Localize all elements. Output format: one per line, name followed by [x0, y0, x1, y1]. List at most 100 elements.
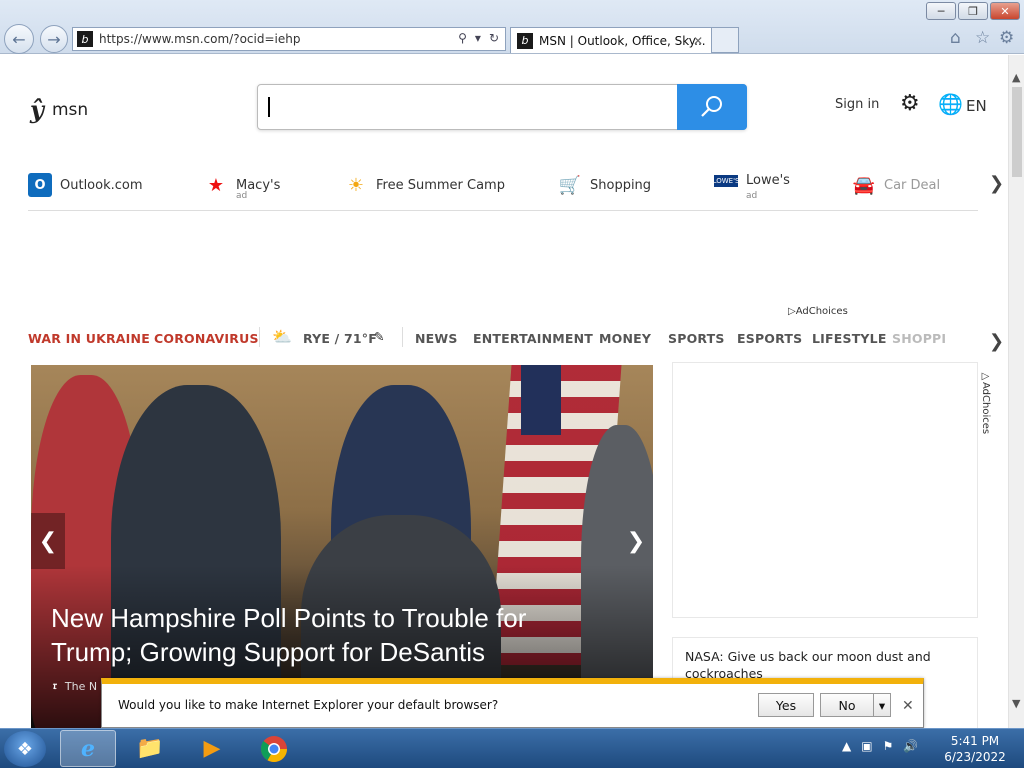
- show-hidden-icons-icon[interactable]: ▲: [842, 739, 851, 753]
- scroll-down-icon[interactable]: ▼: [1012, 697, 1020, 710]
- quick-link-label: Outlook.com: [60, 177, 143, 193]
- tab-title: MSN | Outlook, Office, Sky...: [539, 33, 706, 48]
- notification-message: Would you like to make Internet Explorer…: [118, 698, 499, 712]
- taskbar-chrome[interactable]: [246, 730, 302, 767]
- ie-icon: e: [81, 735, 95, 762]
- weather-location[interactable]: RYE / 71°F: [303, 331, 377, 346]
- quick-link-car-deal[interactable]: 🚘 Car Deal: [852, 173, 940, 197]
- quick-link-lowes[interactable]: LOWE'S Lowe's ad: [712, 173, 790, 201]
- sign-in-link[interactable]: Sign in: [835, 97, 879, 112]
- settings-gear-icon[interactable]: ⚙: [999, 28, 1014, 48]
- divider: [259, 327, 260, 347]
- clock-date: 6/23/2022: [944, 750, 1006, 764]
- quick-link-label: Lowe's: [746, 173, 790, 188]
- hero-carousel[interactable]: ❮ ❯ New Hampshire Poll Points to Trouble…: [31, 365, 653, 728]
- dropdown-icon[interactable]: ▾: [475, 31, 481, 45]
- search-icon[interactable]: ⚲: [458, 31, 467, 45]
- tab-close-icon[interactable]: ✕: [693, 34, 703, 48]
- quick-link-label: Car Deal: [884, 177, 941, 193]
- adchoices-link[interactable]: ▷AdChoices: [980, 371, 991, 434]
- carousel-next-button[interactable]: ❯: [619, 513, 653, 569]
- category-entertainment[interactable]: ENTERTAINMENT: [473, 331, 593, 346]
- yes-button[interactable]: Yes: [758, 693, 814, 717]
- refresh-icon[interactable]: ↻: [489, 31, 499, 45]
- action-center-icon[interactable]: ⚑: [883, 739, 894, 753]
- ad-slot[interactable]: [672, 362, 978, 618]
- butterfly-icon: ŷ: [30, 95, 44, 124]
- taskbar-internet-explorer[interactable]: e: [60, 730, 116, 767]
- msn-favicon-icon: b: [77, 31, 93, 47]
- settings-gear-icon[interactable]: ⚙: [900, 91, 920, 116]
- chevron-right-icon[interactable]: ❯: [989, 173, 1004, 194]
- quick-link-label: Shopping: [590, 177, 652, 193]
- category-news[interactable]: NEWS: [415, 331, 458, 346]
- windows-logo-icon: ❖: [16, 738, 34, 760]
- forward-arrow-icon: →: [47, 29, 61, 49]
- adchoices-link[interactable]: ▷AdChoices: [788, 306, 848, 317]
- edit-pencil-icon[interactable]: ✎: [374, 329, 385, 344]
- volume-icon[interactable]: 🔊: [903, 739, 918, 753]
- new-tab-button[interactable]: [712, 27, 739, 53]
- address-bar[interactable]: b https://www.msn.com/?ocid=iehp ⚲ ▾ ↻: [72, 27, 506, 51]
- network-icon[interactable]: ▣: [861, 739, 872, 753]
- search-button[interactable]: [677, 84, 747, 130]
- quick-link-outlook[interactable]: O Outlook.com: [28, 173, 143, 197]
- scroll-thumb[interactable]: [1012, 87, 1022, 177]
- taskbar-explorer[interactable]: 📁: [122, 730, 178, 767]
- hero-headline[interactable]: New Hampshire Poll Points to Trouble for…: [51, 601, 611, 669]
- category-nav: WAR IN UKRAINE CORONAVIRUS ⛅ RYE / 71°F …: [28, 325, 978, 351]
- chevron-right-icon: ❯: [626, 528, 646, 554]
- no-button[interactable]: No: [820, 693, 874, 717]
- category-lifestyle[interactable]: LIFESTYLE: [812, 331, 887, 346]
- category-esports[interactable]: ESPORTS: [737, 331, 802, 346]
- flag-canton: [521, 365, 561, 435]
- language-selector[interactable]: EN: [966, 97, 987, 115]
- scroll-up-icon[interactable]: ▲: [1012, 71, 1020, 84]
- start-button[interactable]: ❖: [4, 731, 46, 767]
- lowes-icon: LOWE'S: [712, 174, 740, 187]
- divider: [402, 327, 403, 347]
- ad-label: ad: [746, 191, 758, 201]
- category-sports[interactable]: SPORTS: [668, 331, 725, 346]
- category-coronavirus[interactable]: CORONAVIRUS: [154, 331, 259, 346]
- quick-link-shopping[interactable]: 🛒 Shopping: [558, 173, 651, 197]
- dropdown-arrow-icon: ▾: [878, 697, 886, 713]
- carousel-prev-button[interactable]: ❮: [31, 513, 65, 569]
- taskbar-clock[interactable]: 5:41 PM 6/23/2022: [940, 733, 1010, 765]
- page-scrollbar[interactable]: ▲ ▼: [1008, 55, 1024, 728]
- chevron-right-icon[interactable]: ❯: [989, 331, 1004, 352]
- minimize-button[interactable]: ─: [926, 2, 956, 20]
- quick-link-macys[interactable]: ★ Macy's ad: [204, 173, 280, 202]
- category-shopping[interactable]: SHOPPI: [892, 331, 946, 346]
- cart-icon: 🛒: [558, 174, 582, 196]
- chevron-left-icon: ❮: [38, 528, 58, 554]
- restore-button[interactable]: ❐: [958, 2, 988, 20]
- msn-logo[interactable]: ŷ msn: [30, 95, 88, 124]
- logo-text: msn: [51, 99, 89, 120]
- folder-icon: 📁: [136, 736, 164, 761]
- home-icon[interactable]: ⌂: [950, 28, 961, 48]
- category-war-in-ukraine[interactable]: WAR IN UKRAINE: [28, 331, 150, 346]
- ad-label: ad: [236, 191, 248, 201]
- msn-page: ŷ msn Sign in ⚙ 🌐 EN O Outlook.com ★ Mac…: [0, 55, 1008, 728]
- hero-source[interactable]: 𝔯 The N: [53, 679, 97, 693]
- text-caret: [268, 97, 270, 117]
- search-input[interactable]: [257, 84, 747, 130]
- close-button[interactable]: ✕: [990, 2, 1020, 20]
- weather-partly-cloudy-icon: ⛅: [272, 327, 293, 346]
- favorites-star-icon[interactable]: ☆: [975, 28, 990, 48]
- media-player-icon: ▶: [203, 736, 221, 761]
- msn-favicon-icon: b: [517, 32, 533, 49]
- globe-icon[interactable]: 🌐: [938, 92, 963, 116]
- no-dropdown-button[interactable]: ▾: [873, 693, 891, 717]
- quick-link-summer-camp[interactable]: ☀ Free Summer Camp: [344, 173, 505, 197]
- notification-close-icon[interactable]: ✕: [902, 698, 914, 714]
- outlook-icon: O: [28, 173, 52, 197]
- forward-button[interactable]: →: [40, 25, 68, 53]
- browser-tab[interactable]: b MSN | Outlook, Office, Sky... ✕: [510, 27, 712, 53]
- sun-icon: ☀: [347, 174, 365, 196]
- default-browser-notification: Would you like to make Internet Explorer…: [101, 678, 924, 728]
- taskbar-media-player[interactable]: ▶: [184, 730, 240, 767]
- back-button[interactable]: ←: [4, 24, 34, 54]
- category-money[interactable]: MONEY: [599, 331, 651, 346]
